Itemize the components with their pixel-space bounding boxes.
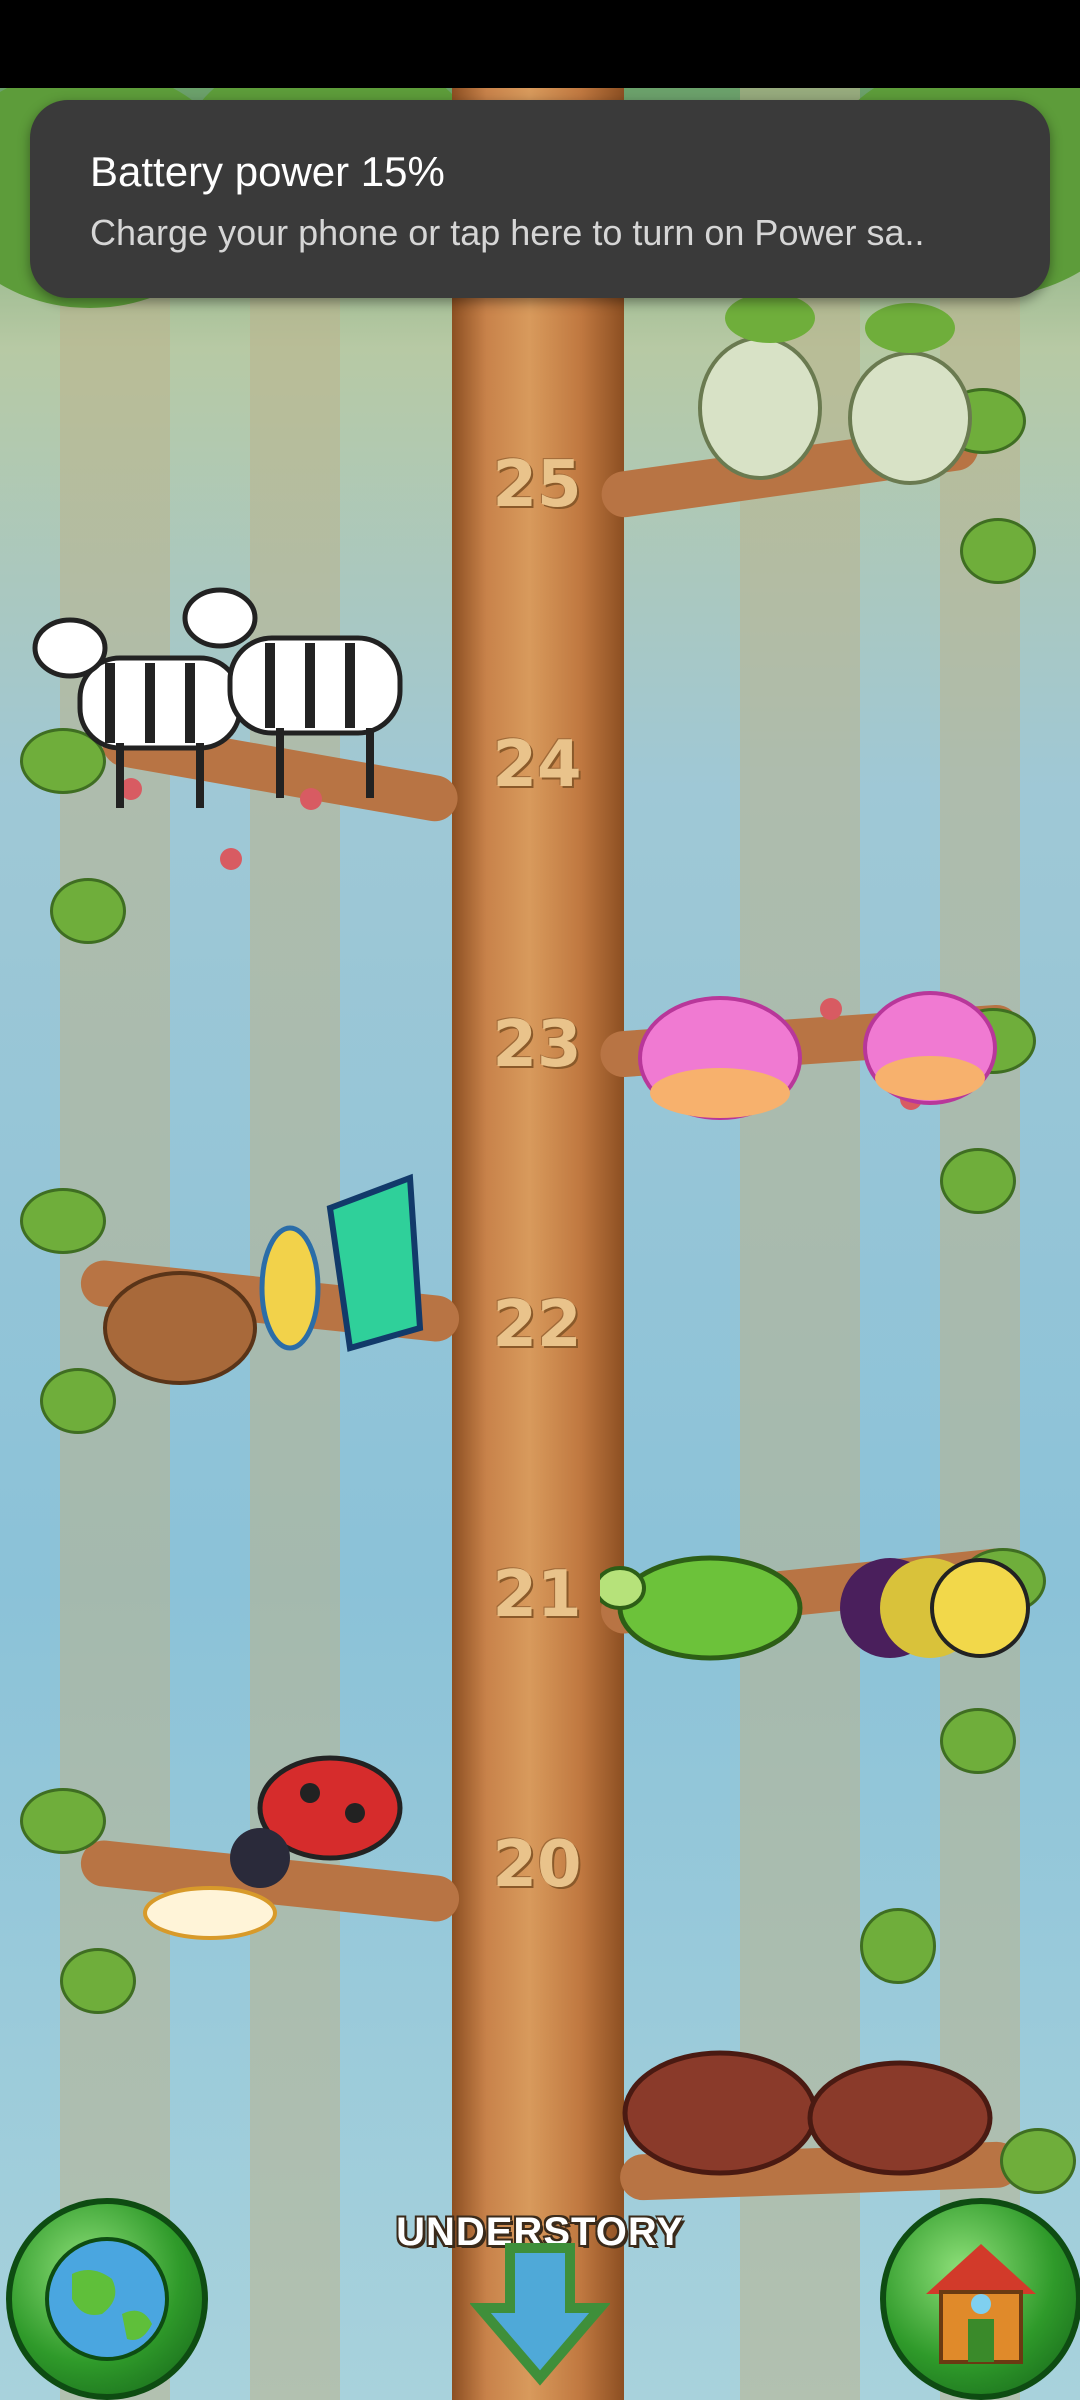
level-number: 21: [492, 1558, 582, 1632]
leaf: [940, 1148, 1016, 1214]
notification-title: Battery power 15%: [90, 148, 445, 195]
zebra-animal[interactable]: [20, 558, 460, 858]
house-icon: [926, 2244, 1036, 2364]
level-number: 25: [492, 448, 582, 522]
ladybug-animal[interactable]: [120, 1738, 440, 1968]
leaf: [860, 1908, 936, 1984]
main-trunk: [452, 88, 624, 2400]
level-number: 23: [492, 1008, 582, 1082]
level-number: 24: [492, 728, 582, 802]
leaf: [1000, 2128, 1076, 2194]
level-number: 20: [492, 1828, 582, 1902]
leaf: [940, 1708, 1016, 1774]
turtle-animal[interactable]: [600, 1508, 1050, 1708]
caterpillar-animal[interactable]: [680, 288, 1000, 488]
leaf: [50, 878, 126, 944]
status-bar: [0, 0, 1080, 88]
world-map-button[interactable]: [6, 2198, 208, 2400]
home-button[interactable]: [880, 2198, 1080, 2400]
globe-icon: [45, 2237, 169, 2361]
boar-animal[interactable]: [610, 2018, 1010, 2188]
leaf: [960, 518, 1036, 584]
leaf: [20, 1188, 106, 1254]
level-number: 22: [492, 1288, 582, 1362]
scroll-down-button[interactable]: [470, 2238, 610, 2388]
sunfish-animal[interactable]: [630, 948, 1030, 1148]
hamster-animal[interactable]: [100, 1148, 440, 1408]
game-scene[interactable]: 25 24 23 22 21 20 UNDERSTORY: [0, 88, 1080, 2400]
battery-notification[interactable]: Battery power 15% Charge your phone or t…: [30, 100, 1050, 298]
notification-message: Charge your phone or tap here to turn on…: [90, 212, 925, 253]
leaf: [20, 1788, 106, 1854]
